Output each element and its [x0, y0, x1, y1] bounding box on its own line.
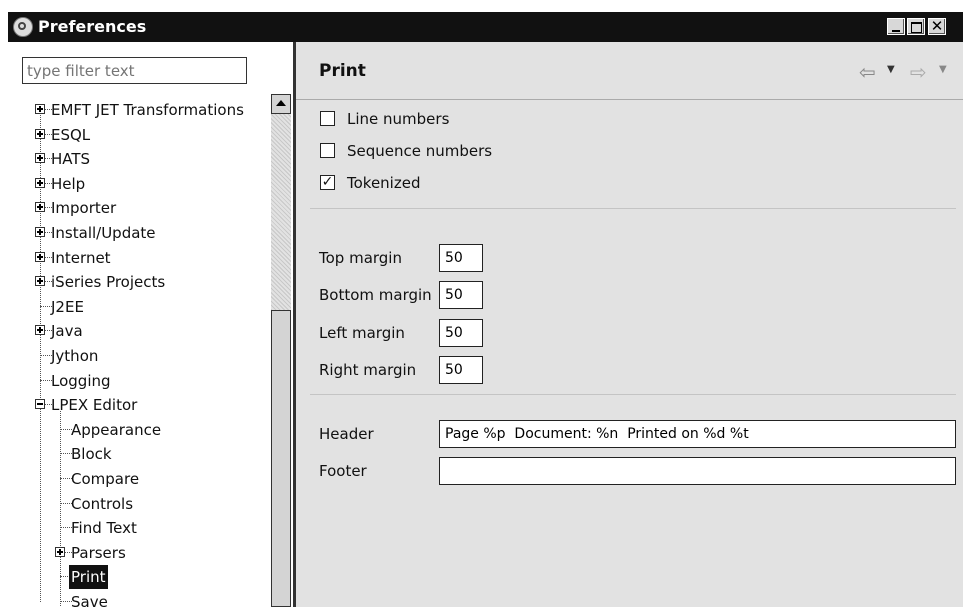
app-icon	[13, 17, 33, 37]
minimize-button[interactable]	[887, 18, 905, 35]
tree-item-label: ESQL	[51, 125, 91, 144]
preferences-window: Preferences ✕ EMFT JET Transformations ES…	[8, 12, 963, 607]
tree-item[interactable]: EMFT JET Transformations	[8, 98, 268, 122]
expand-plus-icon[interactable]	[35, 104, 45, 114]
tree-item-label: Install/Update	[51, 224, 156, 242]
tree-item[interactable]: Importer	[8, 196, 268, 220]
tree-item[interactable]: ESQL	[8, 123, 268, 147]
tree-item[interactable]: HATS	[8, 147, 268, 171]
tree-item[interactable]: J2EE	[8, 295, 268, 319]
left-margin-label: Left margin	[319, 324, 405, 342]
tree-item[interactable]: Internet	[8, 246, 268, 270]
tree-item-label: Importer	[51, 199, 117, 218]
tree-item[interactable]: Appearance	[8, 418, 268, 442]
header-label: Header	[319, 425, 374, 443]
expand-plus-icon[interactable]	[35, 276, 45, 287]
tree-item[interactable]: Jython	[8, 344, 268, 368]
tree-item-label: Java	[51, 322, 83, 341]
bottom-margin-input[interactable]	[439, 281, 483, 309]
tree-item-label: Controls	[71, 494, 134, 513]
tree-item[interactable]: Logging	[8, 369, 268, 393]
sequence-numbers-checkbox[interactable]	[320, 143, 335, 158]
forward-arrow-icon[interactable]: ⇨	[910, 60, 927, 84]
scroll-up-button[interactable]	[271, 94, 291, 114]
tree-item-label: Appearance	[71, 420, 162, 439]
expand-plus-icon[interactable]	[55, 546, 65, 557]
bottom-margin-label: Bottom margin	[319, 286, 432, 304]
tree-scrollbar[interactable]	[271, 94, 291, 607]
window-title: Preferences	[38, 17, 147, 36]
preference-page: Print ⇦ ▼ ⇨ ▼ Line numbers Sequence numb…	[296, 42, 963, 607]
top-margin-input[interactable]	[439, 244, 483, 272]
top-margin-label: Top margin	[319, 249, 402, 267]
expand-plus-icon[interactable]	[35, 202, 45, 213]
tree-item-label: Compare	[71, 470, 140, 488]
expand-plus-icon[interactable]	[35, 325, 45, 336]
tokenized-checkbox[interactable]: ✓	[320, 175, 335, 190]
tree-item[interactable]: Java	[8, 319, 268, 343]
close-button[interactable]: ✕	[928, 18, 946, 35]
tree-item-label: Logging	[51, 371, 111, 390]
tree-item-label: Jython	[51, 347, 99, 365]
right-margin-label: Right margin	[319, 361, 417, 379]
tree-item[interactable]: iSeries Projects	[8, 270, 268, 294]
tree-item[interactable]: Block	[8, 442, 268, 466]
expand-plus-icon[interactable]	[35, 128, 45, 139]
expand-plus-icon[interactable]	[35, 177, 45, 188]
tree-item[interactable]: Help	[8, 172, 268, 196]
expand-plus-icon[interactable]	[35, 153, 45, 164]
tree-item-label: Parsers	[71, 543, 126, 562]
tree-item[interactable]: Controls	[8, 492, 268, 516]
footer-input[interactable]	[439, 457, 956, 485]
left-margin-input[interactable]	[439, 319, 483, 347]
page-title: Print	[319, 61, 366, 81]
tree-item[interactable]: Save	[8, 590, 268, 607]
back-menu-chevron-down-icon[interactable]: ▼	[887, 64, 895, 75]
tree-item-label: Internet	[51, 248, 111, 267]
filter-input[interactable]	[22, 57, 247, 84]
sequence-numbers-label: Sequence numbers	[347, 142, 493, 160]
tree-item[interactable]: Install/Update	[8, 221, 268, 245]
tree-item[interactable]: Find Text	[8, 516, 268, 540]
back-arrow-icon[interactable]: ⇦	[859, 60, 876, 84]
separator	[310, 208, 956, 209]
tree-item-label: Print	[69, 565, 108, 590]
title-bar[interactable]: Preferences ✕	[8, 12, 963, 42]
tree-item-label: Save	[71, 593, 108, 607]
header-input[interactable]	[439, 420, 956, 448]
tree-item[interactable]: Print	[8, 565, 268, 590]
tree-item-label: J2EE	[51, 297, 84, 316]
expand-plus-icon[interactable]	[35, 227, 45, 237]
tokenized-label: Tokenized	[347, 174, 421, 192]
preferences-tree-pane: EMFT JET Transformations ESQL HATS Help Impo…	[8, 42, 296, 607]
tree-item-label: HATS	[51, 150, 91, 169]
scroll-thumb[interactable]	[271, 310, 291, 607]
line-numbers-checkbox[interactable]	[320, 111, 335, 126]
tree-item-label: LPEX Editor	[51, 396, 138, 415]
tree-item[interactable]: Compare	[8, 467, 268, 491]
forward-menu-chevron-down-icon[interactable]: ▼	[939, 64, 947, 75]
page-header: Print ⇦ ▼ ⇨ ▼	[296, 42, 963, 100]
tree-item-label: iSeries Projects	[51, 273, 166, 292]
tree-item-label: Find Text	[71, 519, 137, 538]
expand-plus-icon[interactable]	[35, 251, 45, 262]
collapse-minus-icon[interactable]	[35, 399, 45, 410]
maximize-button[interactable]	[907, 18, 925, 35]
tree-item-label: EMFT JET Transformations	[51, 101, 244, 119]
tree-item-label: Block	[71, 445, 112, 464]
tree-item[interactable]: Parsers	[8, 541, 268, 565]
line-numbers-label: Line numbers	[347, 110, 450, 128]
right-margin-input[interactable]	[439, 356, 483, 384]
separator	[310, 394, 956, 395]
tree-item[interactable]: LPEX Editor	[8, 393, 268, 417]
tree-item-label: Help	[51, 174, 86, 193]
preference-tree: EMFT JET Transformations ESQL HATS Help Impo…	[8, 94, 268, 607]
footer-label: Footer	[319, 462, 367, 480]
